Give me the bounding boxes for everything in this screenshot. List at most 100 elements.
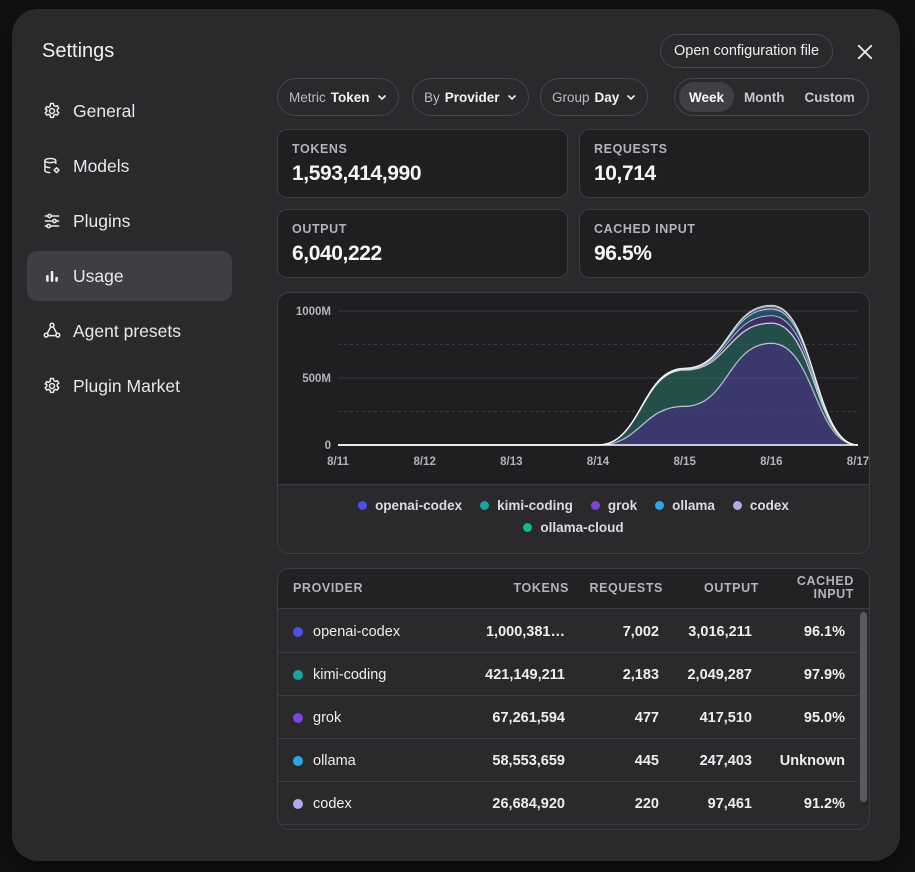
col-output: OUTPUT	[704, 581, 759, 595]
requests-cell: 220	[634, 796, 659, 812]
legend-item[interactable]: kimi-coding	[480, 498, 573, 513]
sidebar-item-plugin-market[interactable]: Plugin Market	[27, 361, 232, 411]
legend-label: openai-codex	[375, 498, 463, 513]
cached-input-stat-card: CACHED INPUT 96.5%	[579, 209, 870, 278]
provider-name: openai-codex	[313, 624, 401, 640]
sidebar-item-label: Usage	[73, 265, 124, 286]
table-row[interactable]: openai-codex 1,000,381… 7,002 3,016,211 96.1…	[278, 610, 858, 653]
provider-name: ollama	[313, 753, 356, 769]
database-gear-icon	[41, 156, 62, 177]
settings-dialog: Settings General Models Plugins Usage Ag…	[12, 9, 900, 861]
provider-color-dot	[293, 799, 303, 809]
group-dropdown[interactable]: Group Day	[540, 78, 649, 116]
chevron-down-icon	[507, 94, 516, 101]
sidebar-item-general[interactable]: General	[27, 86, 232, 136]
legend-item[interactable]: ollama-cloud	[523, 520, 624, 535]
table-row[interactable]: ollama 58,553,659 445 247,403 Unknown	[278, 739, 858, 782]
x-tick-label: 8/13	[500, 456, 522, 468]
y-tick-label: 0	[325, 440, 331, 452]
usage-chart: 1000M 500M 0 8/11 8/12 8/13 8/14 8/15 8/16 8/17 o…	[277, 292, 870, 554]
table-row[interactable]: codex 26,684,920 220 97,461 91.2%	[278, 782, 858, 825]
col-tokens: TOKENS	[513, 581, 569, 595]
gear-icon	[41, 101, 62, 122]
usage-table: PROVIDER TOKENS REQUESTS OUTPUT CACHED I…	[277, 568, 870, 830]
output-cell: 2,049,287	[687, 667, 752, 683]
legend-color-dot	[358, 501, 368, 510]
legend-label: ollama	[672, 498, 715, 513]
sidebar-item-plugins[interactable]: Plugins	[27, 196, 232, 246]
group-prefix: Group	[552, 89, 590, 105]
tokens-stat-card: TOKENS 1,593,414,990	[277, 129, 568, 198]
open-config-button[interactable]: Open configuration file	[660, 34, 834, 68]
table-row[interactable]: grok 67,261,594 477 417,510 95.0%	[278, 696, 858, 739]
stat-label: REQUESTS	[594, 142, 668, 156]
legend-label: codex	[749, 498, 789, 513]
tokens-cell: 67,261,594	[492, 710, 565, 726]
sidebar-item-usage[interactable]: Usage	[27, 251, 232, 301]
legend-color-dot	[655, 501, 665, 510]
provider-color-dot	[293, 713, 303, 723]
cached-input-cell: 96.1%	[803, 624, 845, 640]
requests-cell: 2,183	[622, 667, 659, 683]
provider-color-dot	[293, 627, 303, 637]
by-value: Provider	[444, 89, 500, 105]
sliders-icon	[41, 211, 62, 232]
requests-cell: 7,002	[622, 624, 659, 640]
sidebar-item-models[interactable]: Models	[27, 141, 232, 191]
requests-cell: 477	[634, 710, 659, 726]
sidebar-item-agent-presets[interactable]: Agent presets	[27, 306, 232, 356]
y-tick-label: 1000M	[296, 306, 331, 318]
chart-legend: openai-codex kimi-coding grok ollama codex ol…	[278, 484, 869, 553]
provider-name: kimi-coding	[313, 667, 387, 683]
cached-input-cell: Unknown	[779, 753, 845, 769]
col-requests: REQUESTS	[589, 581, 663, 595]
cached-input-cell: 91.2%	[803, 796, 845, 812]
tokens-cell: 26,684,920	[492, 796, 565, 812]
bar-chart-icon	[41, 266, 62, 287]
range-week-tab[interactable]: Week	[679, 82, 735, 112]
legend-item[interactable]: codex	[732, 498, 789, 513]
legend-item[interactable]: openai-codex	[358, 498, 462, 513]
legend-color-dot	[732, 501, 742, 510]
sidebar-item-label: General	[73, 100, 136, 121]
provider-color-dot	[293, 670, 303, 680]
table-header: PROVIDER TOKENS REQUESTS OUTPUT CACHED I…	[278, 569, 869, 609]
metric-prefix: Metric	[289, 89, 326, 105]
series-area-openai-codex	[338, 343, 858, 445]
cached-input-cell: 95.0%	[803, 710, 845, 726]
sidebar-item-label: Models	[73, 155, 130, 176]
legend-label: kimi-coding	[497, 498, 573, 513]
metric-dropdown[interactable]: Metric Token	[277, 78, 399, 116]
range-segmented-control: Week Month Custom	[674, 78, 869, 116]
stat-value: 10,714	[594, 162, 656, 185]
col-cached-input: CACHED INPUT	[796, 574, 854, 601]
output-cell: 3,016,211	[688, 624, 752, 640]
agent-network-icon	[41, 321, 62, 342]
range-month-tab[interactable]: Month	[734, 82, 794, 112]
tokens-cell: 1,000,381…	[485, 624, 565, 640]
range-custom-tab[interactable]: Custom	[795, 82, 865, 112]
by-dropdown[interactable]: By Provider	[412, 78, 529, 116]
legend-color-dot	[480, 501, 490, 510]
requests-stat-card: REQUESTS 10,714	[579, 129, 870, 198]
close-icon[interactable]	[854, 41, 876, 63]
stat-label: CACHED INPUT	[594, 222, 696, 236]
stat-value: 96.5%	[594, 242, 652, 265]
sidebar-item-label: Plugin Market	[73, 375, 180, 396]
legend-color-dot	[523, 523, 533, 532]
cached-input-cell: 97.9%	[803, 667, 845, 683]
x-tick-label: 8/17	[847, 456, 869, 468]
group-value: Day	[594, 89, 620, 105]
col-provider: PROVIDER	[293, 581, 364, 595]
dialog-title: Settings	[42, 40, 115, 62]
x-tick-label: 8/16	[760, 456, 782, 468]
tokens-cell: 58,553,659	[492, 753, 565, 769]
legend-color-dot	[590, 501, 600, 510]
legend-item[interactable]: ollama	[655, 498, 715, 513]
table-scrollbar[interactable]	[860, 612, 867, 802]
provider-name: codex	[313, 796, 352, 812]
legend-item[interactable]: grok	[590, 498, 637, 513]
stat-label: OUTPUT	[292, 222, 347, 236]
table-row[interactable]: kimi-coding 421,149,211 2,183 2,049,287 97.9…	[278, 653, 858, 696]
tokens-cell: 421,149,211	[485, 667, 565, 683]
